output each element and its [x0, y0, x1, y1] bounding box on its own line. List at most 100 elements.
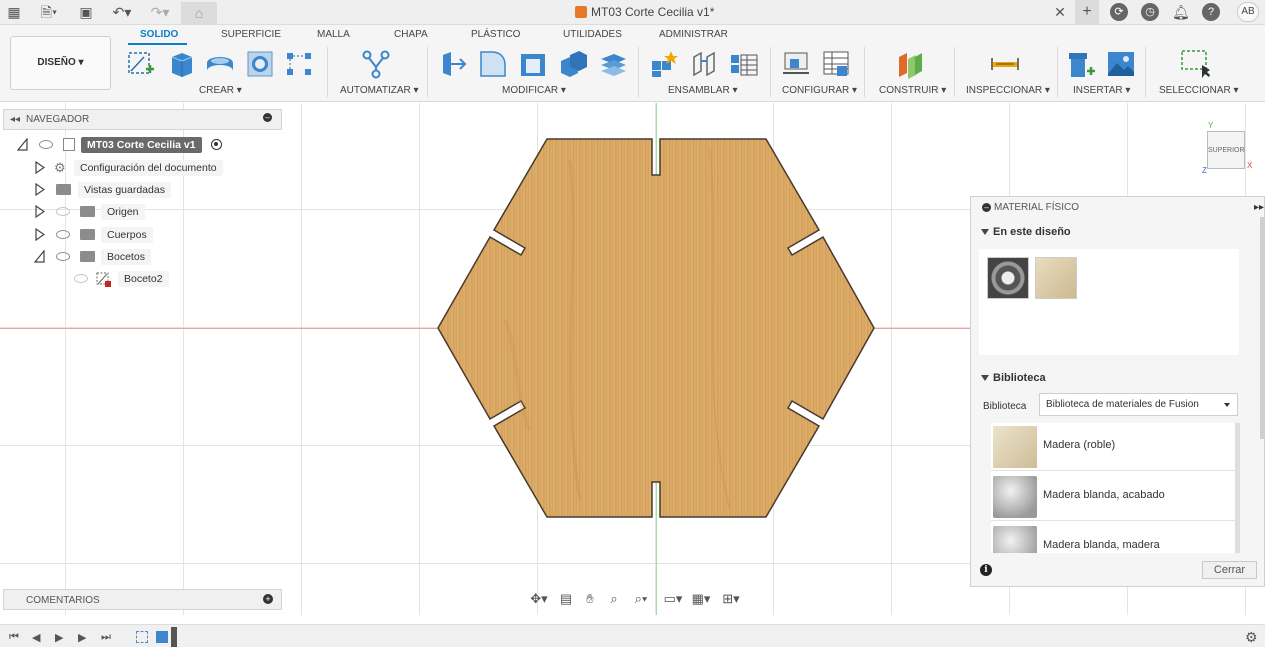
activate-radio-icon[interactable]	[211, 139, 222, 150]
tab-solido[interactable]: SOLIDO	[140, 29, 178, 40]
extrude-icon[interactable]	[166, 49, 196, 79]
library-select[interactable]: Biblioteca de materiales de Fusion	[1039, 393, 1238, 416]
group-modificar[interactable]: MODIFICAR ▾	[502, 85, 566, 96]
insert-derive-icon[interactable]	[1067, 49, 1097, 79]
select-window-icon[interactable]	[1180, 49, 1210, 79]
look-at-icon[interactable]: ▤	[558, 591, 574, 607]
job-status-icon[interactable]: ◷	[1141, 3, 1159, 21]
browser-item-bocetos[interactable]: Bocetos	[32, 248, 232, 266]
collapse-browser-icon[interactable]: ◂◂	[10, 114, 20, 125]
group-inspeccionar[interactable]: INSPECCIONAR ▾	[966, 85, 1050, 96]
list-item[interactable]: Madera blanda, acabado	[991, 473, 1235, 521]
material-thumbnail-steel[interactable]	[987, 257, 1029, 299]
revolve-icon[interactable]	[205, 49, 235, 79]
play-icon[interactable]: ▶	[55, 631, 63, 644]
tab-chapa[interactable]: CHAPA	[394, 29, 428, 40]
visibility-eye-off-icon[interactable]	[56, 207, 70, 216]
tab-administrar[interactable]: ADMINISTRAR	[659, 29, 728, 40]
list-item[interactable]: Madera blanda, madera	[991, 523, 1235, 553]
group-ensamblar[interactable]: ENSAMBLAR ▾	[668, 85, 738, 96]
save-icon[interactable]: ▣	[78, 4, 94, 20]
user-avatar[interactable]: AB	[1237, 2, 1259, 22]
material-thumbnail-wood[interactable]	[1035, 257, 1077, 299]
step-forward-icon[interactable]: ▶	[78, 631, 86, 644]
timeline-sketch-feature-icon[interactable]	[136, 631, 148, 643]
browser-item-cuerpos[interactable]: Cuerpos	[32, 226, 232, 244]
browser-root-row[interactable]: MT03 Corte Cecilia v1	[15, 136, 235, 154]
fillet-icon[interactable]	[478, 49, 508, 79]
section-collapse-icon[interactable]	[981, 375, 989, 381]
tab-utilidades[interactable]: UTILIDADES	[563, 29, 622, 40]
collapse-triangle-icon[interactable]	[34, 250, 45, 263]
grid-settings-icon[interactable]: ▦▾	[690, 591, 712, 607]
construct-plane-icon[interactable]	[895, 49, 925, 79]
panel-minimize-icon[interactable]: –	[982, 203, 991, 212]
add-comment-icon[interactable]: +	[263, 594, 273, 604]
visibility-eye-icon[interactable]	[39, 140, 53, 149]
browser-item-vistas[interactable]: Vistas guardadas	[32, 181, 232, 199]
viewcube[interactable]: SUPERIOR	[1207, 131, 1245, 169]
expand-triangle-icon[interactable]	[34, 228, 45, 241]
group-construir[interactable]: CONSTRUIR ▾	[879, 85, 946, 96]
tab-malla[interactable]: MALLA	[317, 29, 350, 40]
group-automatizar[interactable]: AUTOMATIZAR ▾	[340, 85, 419, 96]
browser-item-configuracion[interactable]: ⚙ Configuración del documento	[32, 159, 232, 177]
step-back-icon[interactable]: ◀	[32, 631, 40, 644]
document-tab[interactable]: MT03 Corte Cecilia v1*	[575, 5, 714, 19]
go-to-start-icon[interactable]: ⏮	[9, 631, 19, 644]
fit-icon[interactable]: ⌕▾	[630, 591, 652, 607]
go-to-end-icon[interactable]: ⏭	[101, 631, 111, 644]
group-insertar[interactable]: INSERTAR ▾	[1073, 85, 1130, 96]
browser-minimize-icon[interactable]: –	[263, 113, 272, 122]
expand-triangle-icon[interactable]	[34, 161, 45, 174]
expand-triangle-icon[interactable]	[34, 205, 45, 218]
configuration-table-icon[interactable]	[821, 49, 851, 79]
timeline-settings-gear-icon[interactable]: ⚙	[1245, 629, 1258, 646]
hexagon-body[interactable]	[430, 130, 882, 526]
bill-of-materials-icon[interactable]	[729, 49, 759, 79]
visibility-eye-icon[interactable]	[56, 230, 70, 239]
visibility-eye-icon[interactable]	[56, 252, 70, 261]
create-sketch-icon[interactable]	[126, 49, 156, 79]
browser-header[interactable]: ◂◂ NAVEGADOR –	[3, 109, 282, 130]
new-component-icon[interactable]	[649, 49, 679, 79]
group-seleccionar[interactable]: SELECCIONAR ▾	[1159, 85, 1239, 96]
library-scrollbar[interactable]	[1235, 423, 1240, 553]
hole-icon[interactable]	[245, 49, 275, 79]
list-item[interactable]: Madera (roble)	[991, 423, 1235, 471]
workspace-switcher-button[interactable]: DISEÑO ▾	[10, 36, 111, 90]
pan-hand-icon[interactable]: ✋︎	[582, 591, 598, 607]
display-settings-icon[interactable]: ▭▾	[662, 591, 684, 607]
group-configurar[interactable]: CONFIGURAR ▾	[782, 85, 857, 96]
section-collapse-icon[interactable]	[981, 229, 989, 235]
timeline-marker[interactable]	[171, 627, 177, 647]
automate-icon[interactable]	[361, 49, 391, 79]
expand-triangle-icon[interactable]	[34, 183, 45, 196]
notifications-bell-icon[interactable]: 🔔︎	[1172, 4, 1190, 20]
home-icon[interactable]: ⌂	[181, 2, 217, 25]
measure-icon[interactable]	[990, 49, 1020, 79]
close-tab-icon[interactable]: ✕	[1053, 4, 1067, 20]
browser-item-origen[interactable]: Origen	[32, 203, 232, 221]
panel-expand-icon[interactable]: ▸▸	[1254, 202, 1264, 213]
tab-plastico[interactable]: PLÁSTICO	[471, 29, 520, 40]
offset-face-icon[interactable]	[598, 49, 628, 79]
redo-icon[interactable]: ↷▾	[146, 4, 174, 20]
info-icon[interactable]: i	[980, 564, 992, 576]
group-crear[interactable]: CREAR ▾	[199, 85, 242, 96]
combine-icon[interactable]	[558, 49, 588, 79]
press-pull-icon[interactable]	[438, 49, 468, 79]
viewports-icon[interactable]: ⊞▾	[720, 591, 742, 607]
browser-item-boceto2[interactable]: Boceto2	[72, 270, 222, 288]
panel-scrollbar[interactable]	[1260, 217, 1264, 439]
undo-icon[interactable]: ↶▾	[108, 4, 136, 20]
apps-grid-icon[interactable]: ▦	[6, 4, 22, 20]
zoom-icon[interactable]: ⌕	[606, 591, 622, 607]
pattern-icon[interactable]	[284, 49, 314, 79]
tab-superficie[interactable]: SUPERFICIE	[221, 29, 281, 40]
help-icon[interactable]: ?	[1202, 3, 1220, 21]
library-section-title[interactable]: Biblioteca	[993, 372, 1046, 384]
extensions-icon[interactable]: ⟳	[1110, 3, 1128, 21]
joint-icon[interactable]	[689, 49, 719, 79]
orbit-icon[interactable]: ✥▾	[528, 591, 550, 607]
